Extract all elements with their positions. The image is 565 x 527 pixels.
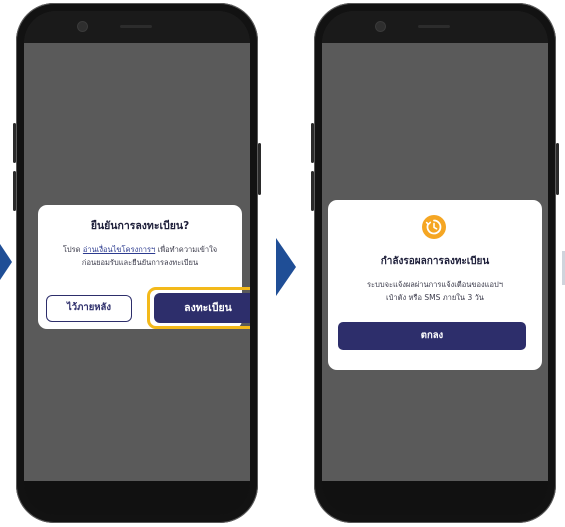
dialog-title: ยืนยันการลงทะเบียน?: [90, 220, 190, 232]
volume-down-button: [311, 171, 314, 211]
pending-result-dialog: กำลังรอผลการลงทะเบียน ระบบจะแจ้งผลผ่านกา…: [328, 200, 542, 370]
clock-pending-icon: [422, 215, 446, 239]
status-bar: [24, 11, 250, 43]
dialog-message-line2: ก่อนยอมรับและยืนยันการลงทะเบียน: [81, 258, 199, 267]
dialog-message-line1: โปรด อ่านเงื่อนไขโครงการฯ เพื่อทำความเข้…: [38, 244, 242, 256]
volume-up-button: [311, 123, 314, 163]
navigation-bar: [24, 481, 250, 515]
dialog-message-line2: เป๋าตัง หรือ SMS ภายใน 3 วัน: [386, 293, 484, 302]
volume-down-button: [13, 171, 16, 211]
dialog-message-line1: ระบบจะแจ้งผลผ่านการแจ้งเตือนของแอปฯ: [367, 280, 503, 289]
phone-screen: กำลังรอผลการลงทะเบียน ระบบจะแจ้งผลผ่านกา…: [322, 11, 548, 515]
terms-link[interactable]: อ่านเงื่อนไขโครงการฯ: [83, 245, 155, 254]
front-camera-icon: [376, 22, 385, 31]
volume-up-button: [13, 123, 16, 163]
dimmed-overlay: กำลังรอผลการลงทะเบียน ระบบจะแจ้งผลผ่านกา…: [322, 43, 548, 481]
flow-arrow-next: [276, 238, 296, 296]
register-button[interactable]: ลงทะเบียน: [154, 293, 250, 323]
dialog-title: กำลังรอผลการลงทะเบียน: [380, 256, 490, 267]
power-button: [258, 143, 261, 195]
ok-button[interactable]: ตกลง: [338, 322, 526, 350]
confirm-registration-dialog: ยืนยันการลงทะเบียน? โปรด อ่านเงื่อนไขโคร…: [38, 205, 250, 329]
status-bar: [322, 11, 548, 43]
dimmed-overlay: ยืนยันการลงทะเบียน? โปรด อ่านเงื่อนไขโคร…: [24, 43, 250, 481]
message-suffix: เพื่อทำความเข้าใจ: [157, 245, 218, 254]
phone-mockup-pending: กำลังรอผลการลงทะเบียน ระบบจะแจ้งผลผ่านกา…: [311, 3, 559, 523]
speaker-icon: [418, 25, 450, 28]
phone-mockup-confirm: ยืนยันการลงทะเบียน? โปรด อ่านเงื่อนไขโคร…: [13, 3, 261, 523]
message-prefix: โปรด: [62, 245, 81, 254]
flow-arrow-left: [0, 244, 12, 280]
power-button: [556, 143, 559, 195]
navigation-bar: [322, 481, 548, 515]
phone-screen: ยืนยันการลงทะเบียน? โปรด อ่านเงื่อนไขโคร…: [24, 11, 250, 515]
front-camera-icon: [78, 22, 87, 31]
speaker-icon: [120, 25, 152, 28]
later-button[interactable]: ไว้ภายหลัง: [46, 295, 132, 322]
